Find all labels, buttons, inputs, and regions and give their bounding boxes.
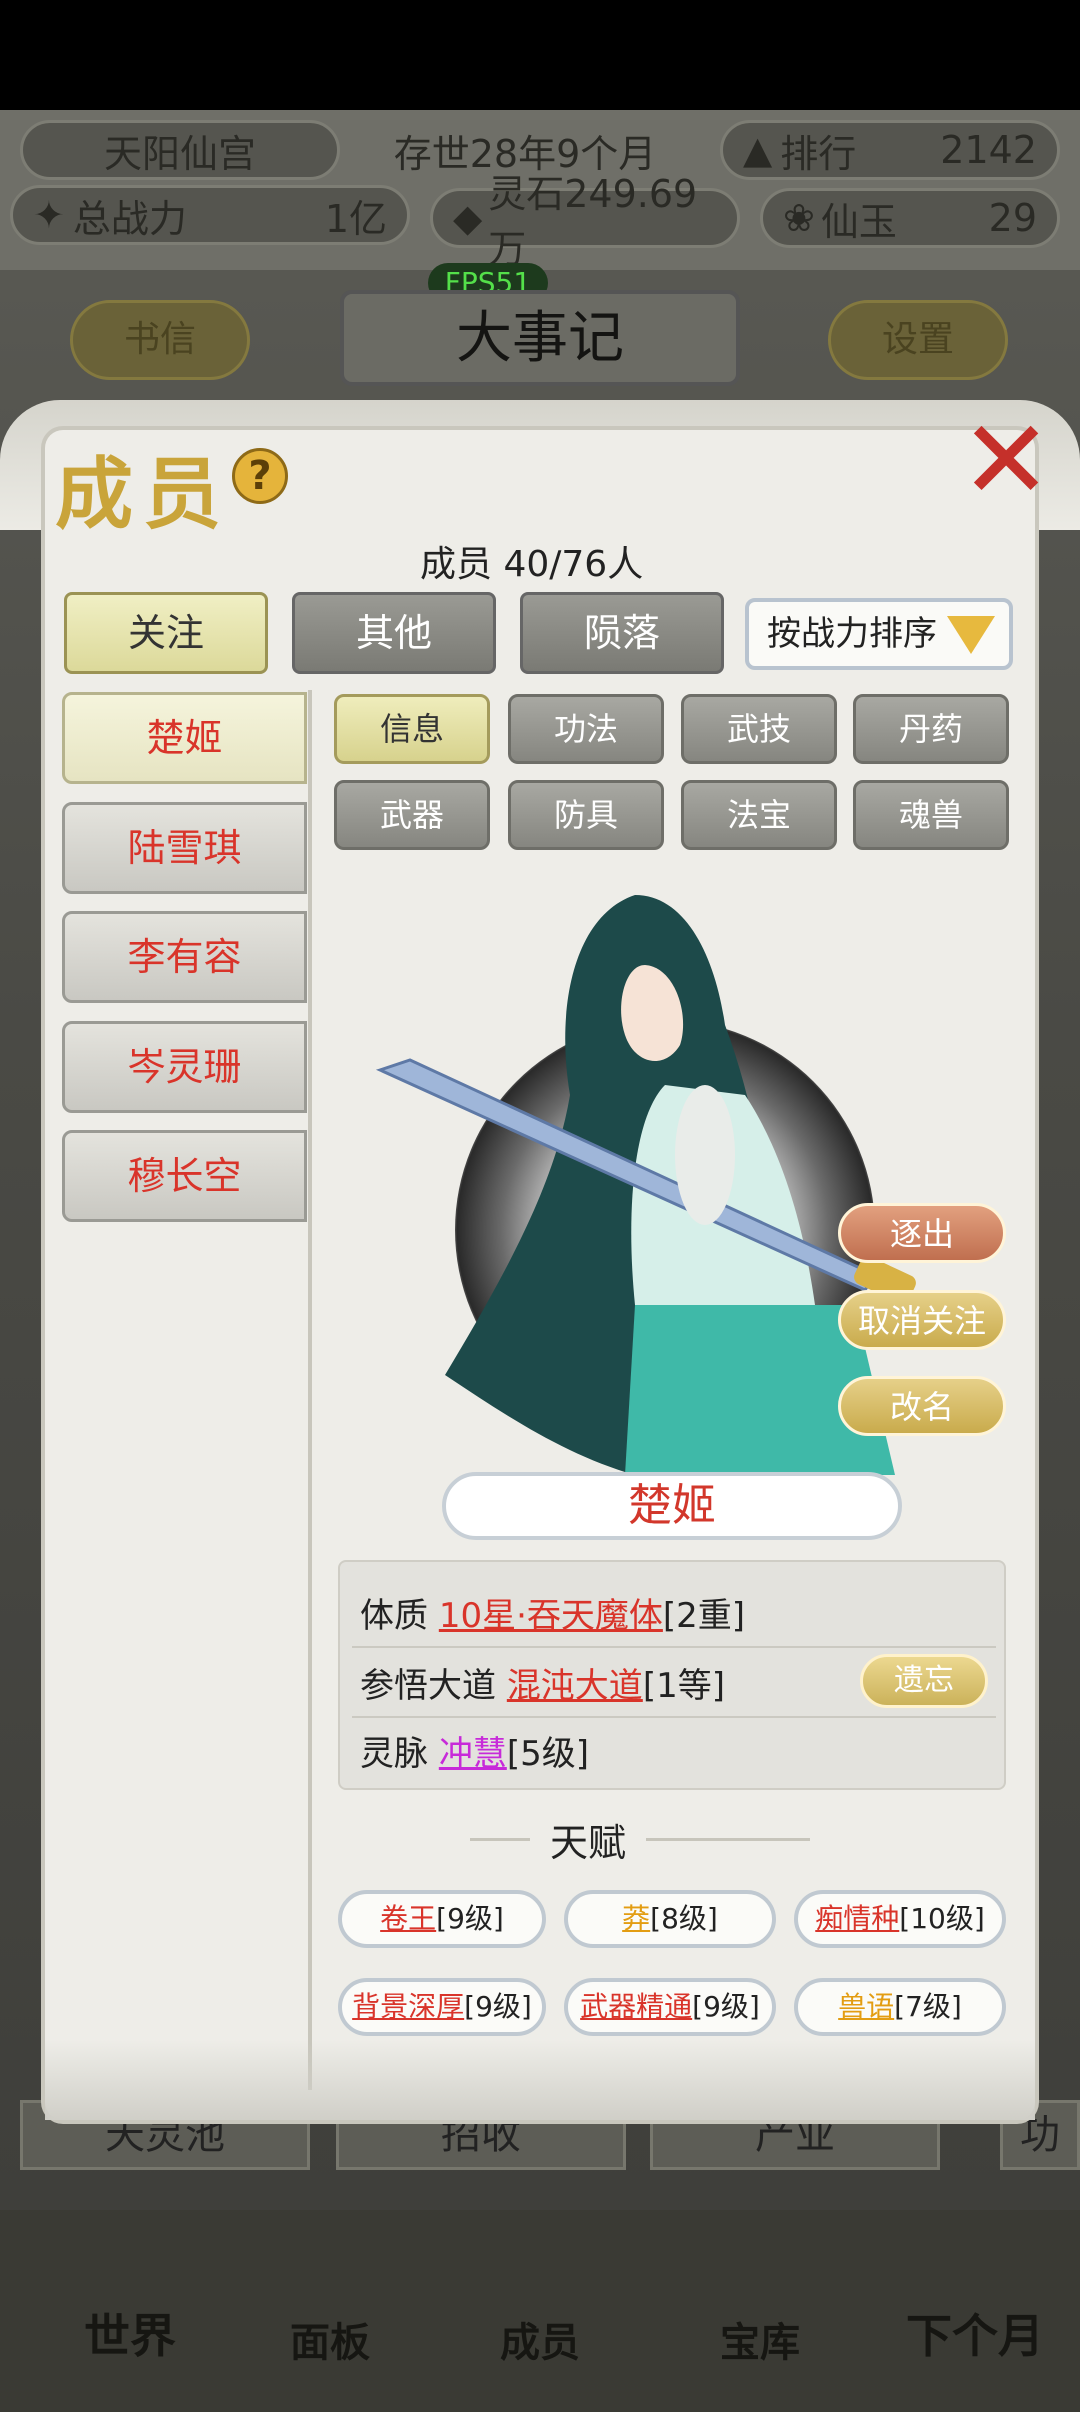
subtab-soul-beast[interactable]: 魂兽	[853, 780, 1009, 850]
tab-followed[interactable]: 关注	[64, 592, 268, 674]
spirit-stone-value: 灵石249.69万	[488, 172, 698, 271]
member-item[interactable]: 穆长空	[62, 1130, 307, 1222]
talent-badge[interactable]: 背景深厚[9级]	[338, 1978, 546, 2036]
expel-button[interactable]: 逐出	[838, 1203, 1006, 1263]
jade-badge[interactable]: ❀ 仙玉 29	[760, 188, 1060, 248]
talent-level: [9级]	[692, 1990, 760, 2023]
screen: 天阳仙宫 存世28年9个月 ▲ 排行 2142 ✦ 总战力 1亿 ◆ 灵石249.69万 …	[0, 0, 1080, 2412]
jade-value: 29	[988, 196, 1037, 240]
jade-icon: ❀	[783, 196, 815, 240]
settings-button[interactable]: 设置	[828, 300, 1008, 380]
constitution-row: 体质 10星·吞天魔体[2重]	[360, 1588, 745, 1637]
rank-label: 排行	[780, 131, 857, 176]
events-title: 大事记	[340, 290, 740, 386]
tab-fallen[interactable]: 陨落	[520, 592, 724, 674]
talent-heading: 天赋	[530, 1812, 647, 1867]
subtab-martial-skills[interactable]: 武技	[681, 694, 837, 764]
close-icon[interactable]: ✕	[960, 405, 1052, 515]
subtab-info[interactable]: 信息	[334, 694, 490, 764]
divider	[352, 1716, 996, 1718]
member-list	[62, 690, 312, 2090]
modal-bottom-cloud	[45, 2040, 1035, 2120]
constitution-level: [2重]	[662, 1596, 746, 1636]
power-label: 总战力	[72, 196, 187, 241]
sort-label: 按战力排序	[767, 614, 937, 654]
dao-level: [1等]	[642, 1666, 725, 1706]
talent-name: 背景深厚	[352, 1990, 465, 2023]
spirit-vein-row: 灵脉 冲慧[5级]	[360, 1726, 589, 1775]
modal-title: 成员	[55, 449, 232, 540]
vein-level: [5级]	[506, 1734, 589, 1774]
constitution-label: 体质	[360, 1596, 428, 1636]
nav-members[interactable]: 成员	[460, 2310, 620, 2368]
member-item[interactable]: 楚姬	[62, 692, 307, 784]
tower-icon: ▲	[743, 128, 773, 172]
constitution-link[interactable]: 10星·吞天魔体	[439, 1596, 663, 1636]
info-panel[interactable]: 体质 10星·吞天魔体[2重] 参悟大道 混沌大道[1等] 遗忘 灵脉 冲慧[5…	[338, 1560, 1006, 1790]
triangle-down-icon	[947, 616, 995, 654]
subtab-weapon[interactable]: 武器	[334, 780, 490, 850]
talent-badge[interactable]: 武器精通[9级]	[564, 1978, 776, 2036]
talent-badge[interactable]: 兽语[7级]	[794, 1978, 1006, 2036]
member-item[interactable]: 李有容	[62, 911, 307, 1003]
member-item[interactable]: 陆雪琪	[62, 802, 307, 894]
talent-badge[interactable]: 卷王[9级]	[338, 1890, 546, 1948]
vein-link[interactable]: 冲慧	[439, 1734, 507, 1774]
subtab-armor[interactable]: 防具	[508, 780, 664, 850]
talent-name: 痴情种	[815, 1902, 900, 1935]
talent-level: [8级]	[650, 1902, 718, 1935]
subtab-pills[interactable]: 丹药	[853, 694, 1009, 764]
power-icon: ✦	[33, 193, 65, 237]
member-count: 成员 40/76人	[420, 544, 644, 585]
nav-world[interactable]: 世界	[40, 2300, 220, 2366]
sect-name-text: 天阳仙宫	[103, 131, 256, 176]
nav-next-month[interactable]: 下个月	[880, 2300, 1070, 2366]
dao-link[interactable]: 混沌大道	[507, 1666, 643, 1706]
dao-label: 参悟大道	[360, 1666, 496, 1706]
member-item[interactable]: 岑灵珊	[62, 1021, 307, 1113]
letters-button[interactable]: 书信	[70, 300, 250, 380]
subtab-treasure[interactable]: 法宝	[681, 780, 837, 850]
talent-name: 莽	[622, 1902, 651, 1935]
nav-treasury[interactable]: 宝库	[680, 2310, 840, 2368]
nav-panel[interactable]: 面板	[250, 2310, 410, 2368]
power-badge: ✦ 总战力 1亿	[10, 185, 410, 245]
tab-other[interactable]: 其他	[292, 592, 496, 674]
talent-name: 卷王	[380, 1902, 437, 1935]
talent-level: [9级]	[436, 1902, 504, 1935]
talent-level: [9级]	[464, 1990, 532, 2023]
jade-label: 仙玉	[820, 199, 897, 244]
talent-name: 兽语	[838, 1990, 895, 2023]
divider	[352, 1646, 996, 1648]
talent-heading-text: 天赋	[550, 1821, 627, 1865]
talent-name: 武器精通	[580, 1990, 693, 2023]
talent-level: [10级]	[899, 1902, 985, 1935]
rename-button[interactable]: 改名	[838, 1376, 1006, 1436]
sort-dropdown[interactable]: 按战力排序	[745, 598, 1013, 670]
rank-value: 2142	[940, 128, 1037, 172]
talent-badge[interactable]: 痴情种[10级]	[794, 1890, 1006, 1948]
subtab-techniques[interactable]: 功法	[508, 694, 664, 764]
help-icon[interactable]: ?	[232, 448, 288, 504]
talent-badge[interactable]: 莽[8级]	[564, 1890, 776, 1948]
rank-badge[interactable]: ▲ 排行 2142	[720, 120, 1060, 180]
forget-button[interactable]: 遗忘	[860, 1654, 988, 1708]
dao-row: 参悟大道 混沌大道[1等]	[360, 1658, 725, 1707]
talent-level: [7级]	[894, 1990, 962, 2023]
vein-label: 灵脉	[360, 1734, 428, 1774]
spirit-stone-badge[interactable]: ◆ 灵石249.69万	[430, 172, 740, 271]
sect-name: 天阳仙宫	[20, 120, 340, 180]
character-nameplate: 楚姬	[442, 1472, 902, 1540]
spirit-stone-icon: ◆	[453, 196, 483, 240]
unfollow-button[interactable]: 取消关注	[838, 1290, 1006, 1350]
power-value: 1亿	[324, 196, 387, 241]
